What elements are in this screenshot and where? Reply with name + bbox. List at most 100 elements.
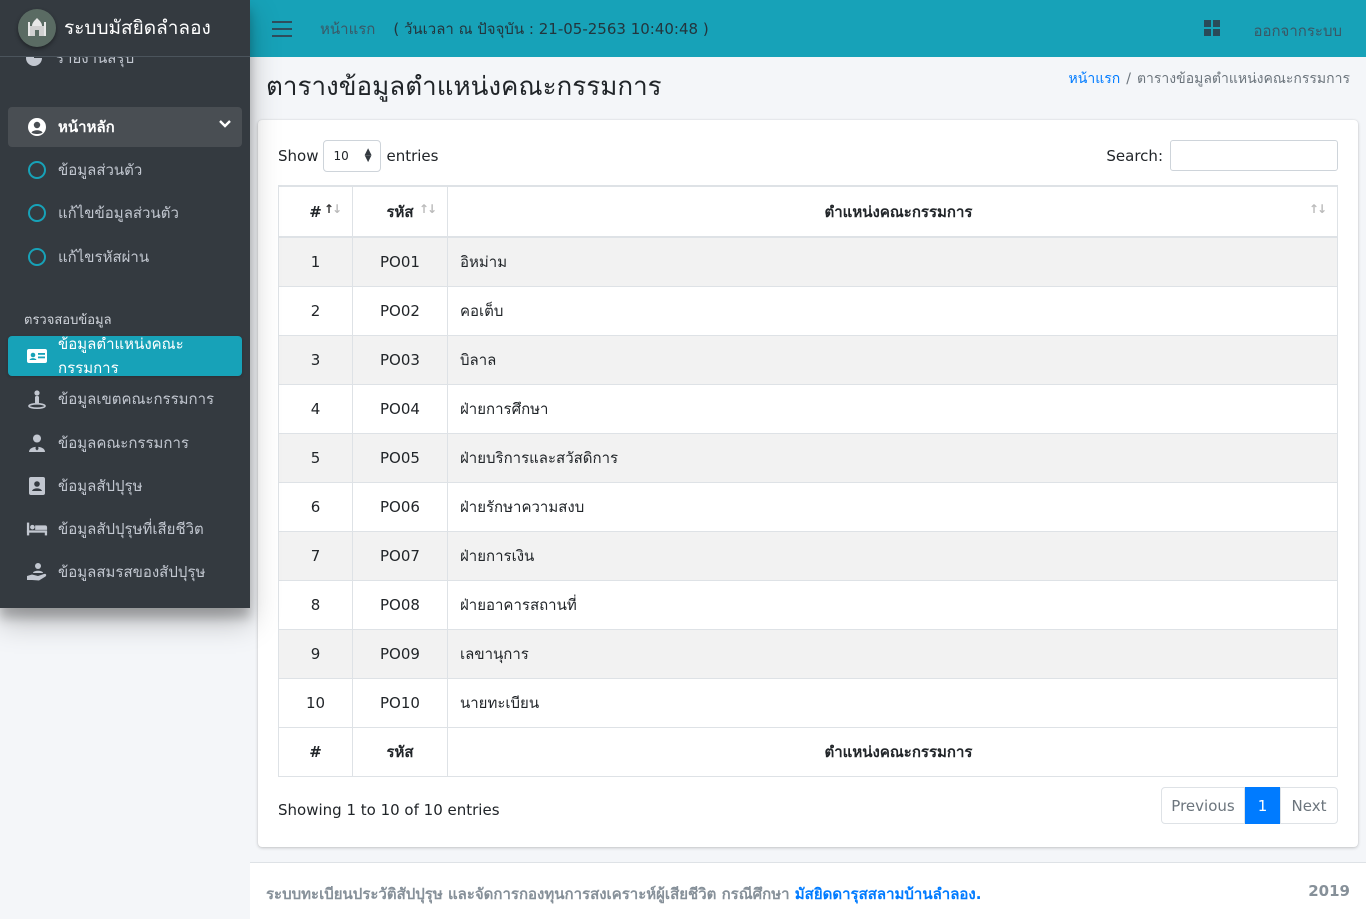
row-number: 6: [278, 481, 353, 532]
row-code: PO06: [352, 481, 448, 532]
row-position: ฝ่ายการเงิน: [447, 530, 1338, 581]
sidebar-item-profile[interactable]: ข้อมูลส่วนตัว: [8, 150, 242, 190]
table-row: 6 PO06 ฝ่ายรักษาความสงบ: [278, 481, 1338, 532]
row-code: PO01: [352, 236, 448, 287]
sidebar-item-committee-position[interactable]: ข้อมูลตำแหน่งคณะกรรมการ: [8, 335, 242, 377]
footer-column-number: #: [278, 726, 353, 777]
breadcrumb-separator: /: [1126, 71, 1131, 87]
column-header-position[interactable]: ตำแหน่งคณะกรรมการ ↑↓: [447, 185, 1338, 238]
page-title: ตารางข้อมูลตำแหน่งคณะกรรมการ: [266, 72, 662, 102]
table-row: 7 PO07 ฝ่ายการเงิน: [278, 530, 1338, 581]
breadcrumb: หน้าแรก / ตารางข้อมูลตำแหน่งคณะกรรมการ: [1069, 68, 1350, 90]
entries-select-value: 10: [333, 149, 349, 163]
table-row: 4 PO04 ฝ่ายการศึกษา: [278, 383, 1338, 434]
sidebar-item-home[interactable]: หน้าหลัก: [8, 107, 242, 147]
user-tie-icon: [26, 432, 48, 454]
top-home-link[interactable]: หน้าแรก: [320, 17, 375, 41]
entries-label: entries: [386, 147, 439, 165]
row-number: 4: [278, 383, 353, 434]
row-code: PO04: [352, 383, 448, 434]
column-header-code[interactable]: รหัส ↑↓: [352, 185, 448, 238]
column-header-label: ตำแหน่งคณะกรรมการ: [824, 202, 973, 221]
table-row: 2 PO02 คอเต็บ: [278, 285, 1338, 336]
person-map-icon: [26, 388, 48, 410]
search-label: Search:: [1106, 146, 1163, 165]
row-number: 7: [278, 530, 353, 581]
row-number: 8: [278, 579, 353, 630]
sidebar-item-label: ข้อมูลสัปปุรุษ: [58, 477, 143, 495]
row-position: ฝ่ายอาคารสถานที่: [447, 579, 1338, 630]
entries-length-control: Show 10 ▲ ▼ entries: [278, 140, 438, 172]
row-number: 9: [278, 628, 353, 679]
sidebar-item-label: ข้อมูลสัปปุรุษที่เสียชีวิต: [58, 520, 204, 538]
sort-icon: ↑↓: [1308, 202, 1327, 216]
circle-icon: [26, 202, 48, 224]
next-page-button[interactable]: Next: [1280, 787, 1338, 824]
brand[interactable]: ระบบมัสยิดลำลอง: [0, 0, 250, 57]
table-row: 10 PO10 นายทะเบียน: [278, 677, 1338, 728]
breadcrumb-current: ตารางข้อมูลตำแหน่งคณะกรรมการ: [1136, 71, 1350, 87]
page-footer: ระบบทะเบียนประวัติสัปปุรุษ และจัดการกองท…: [250, 862, 1366, 919]
row-code: PO05: [352, 432, 448, 483]
row-number: 1: [278, 236, 353, 287]
pagination: Previous 1 Next: [1161, 787, 1338, 824]
logout-link[interactable]: ออกจากระบบ: [1253, 19, 1342, 43]
sidebar-item-label: ข้อมูลคณะกรรมการ: [58, 434, 189, 452]
table-row: 1 PO01 อิหม่าม: [278, 236, 1338, 287]
sidebar-item-deceased-members[interactable]: ข้อมูลสัปปุรุษที่เสียชีวิต: [8, 509, 242, 549]
select-arrows-icon: ▲ ▼: [364, 147, 372, 164]
row-position: บิลาล: [447, 334, 1338, 385]
sidebar-item-change-password[interactable]: แก้ไขรหัสผ่าน: [8, 237, 242, 277]
address-book-icon: [26, 475, 48, 497]
search-control: Search:: [1106, 140, 1338, 171]
sidebar-item-members[interactable]: ข้อมูลสัปปุรุษ: [8, 466, 242, 506]
table-row: 3 PO03 บิลาล: [278, 334, 1338, 385]
column-header-number[interactable]: # ↑↓: [278, 185, 353, 238]
table-row: 5 PO05 ฝ่ายบริการและสวัสดิการ: [278, 432, 1338, 483]
sidebar-item-committee[interactable]: ข้อมูลคณะกรรมการ: [8, 423, 242, 463]
footer-description: ระบบทะเบียนประวัติสัปปุรุษ และจัดการกองท…: [266, 885, 790, 903]
column-header-label: #: [309, 202, 322, 221]
breadcrumb-home-link[interactable]: หน้าแรก: [1069, 71, 1121, 87]
column-header-label: รหัส: [386, 202, 414, 221]
user-circle-icon: [26, 116, 48, 138]
sidebar-item-label: หน้าหลัก: [58, 118, 115, 136]
sidebar-item-edit-profile[interactable]: แก้ไขข้อมูลส่วนตัว: [8, 193, 242, 233]
top-navbar: หน้าแรก ( วันเวลา ณ ปัจจุบัน : 21-05-256…: [250, 0, 1366, 57]
previous-page-button[interactable]: Previous: [1161, 787, 1245, 824]
id-card-icon: [26, 345, 48, 367]
row-position: อิหม่าม: [447, 236, 1338, 287]
sidebar-item-committee-zone[interactable]: ข้อมูลเขตคณะกรรมการ: [8, 379, 242, 419]
footer-mosque-link[interactable]: มัสยิดดารุสสลามบ้านลำลอง.: [795, 885, 982, 903]
row-position: ฝ่ายการศึกษา: [447, 383, 1338, 434]
row-position: ฝ่ายบริการและสวัสดิการ: [447, 432, 1338, 483]
sidebar-item-label: แก้ไขข้อมูลส่วนตัว: [58, 204, 179, 222]
sidebar-item-label: ข้อมูลส่วนตัว: [58, 161, 143, 179]
circle-icon: [26, 159, 48, 181]
sidebar-item-member-marriage[interactable]: ข้อมูลสมรสของสัปปุรุษ: [8, 552, 242, 592]
footer-column-code: รหัส: [352, 726, 448, 777]
table-header-row: # ↑↓ รหัส ↑↓ ตำแหน่งคณะกรรมการ ↑↓: [278, 185, 1338, 238]
entries-select[interactable]: 10 ▲ ▼: [323, 140, 382, 172]
row-code: PO03: [352, 334, 448, 385]
search-input[interactable]: [1170, 140, 1338, 171]
row-number: 5: [278, 432, 353, 483]
row-number: 3: [278, 334, 353, 385]
bed-icon: [26, 518, 48, 540]
table-footer-row: # รหัส ตำแหน่งคณะกรรมการ: [278, 726, 1338, 777]
current-page-button[interactable]: 1: [1245, 787, 1280, 824]
apps-grid-icon[interactable]: [1204, 20, 1220, 36]
data-card: Show 10 ▲ ▼ entries Search: # ↑↓ รหัส ↑↓ ตำ…: [258, 120, 1358, 847]
sidebar-item-label: ข้อมูลสมรสของสัปปุรุษ: [58, 563, 206, 581]
hand-holding-user-icon: [26, 561, 48, 583]
sidebar: ระบบมัสยิดลำลอง รายงานสรุป หน้าหลัก ข้อม…: [0, 0, 250, 608]
row-position: เลขานุการ: [447, 628, 1338, 679]
sort-icon: ↑↓: [418, 202, 437, 216]
current-datetime: ( วันเวลา ณ ปัจจุบัน : 21-05-2563 10:40:…: [393, 19, 709, 38]
show-label: Show: [278, 147, 319, 165]
committee-position-table: # ↑↓ รหัส ↑↓ ตำแหน่งคณะกรรมการ ↑↓ 1 PO01 อิหม…: [278, 185, 1338, 777]
footer-text: ระบบทะเบียนประวัติสัปปุรุษ และจัดการกองท…: [266, 882, 981, 906]
sidebar-item-label: ข้อมูลตำแหน่งคณะกรรมการ: [58, 335, 184, 377]
row-number: 10: [278, 677, 353, 728]
menu-toggle-icon[interactable]: [272, 20, 292, 37]
